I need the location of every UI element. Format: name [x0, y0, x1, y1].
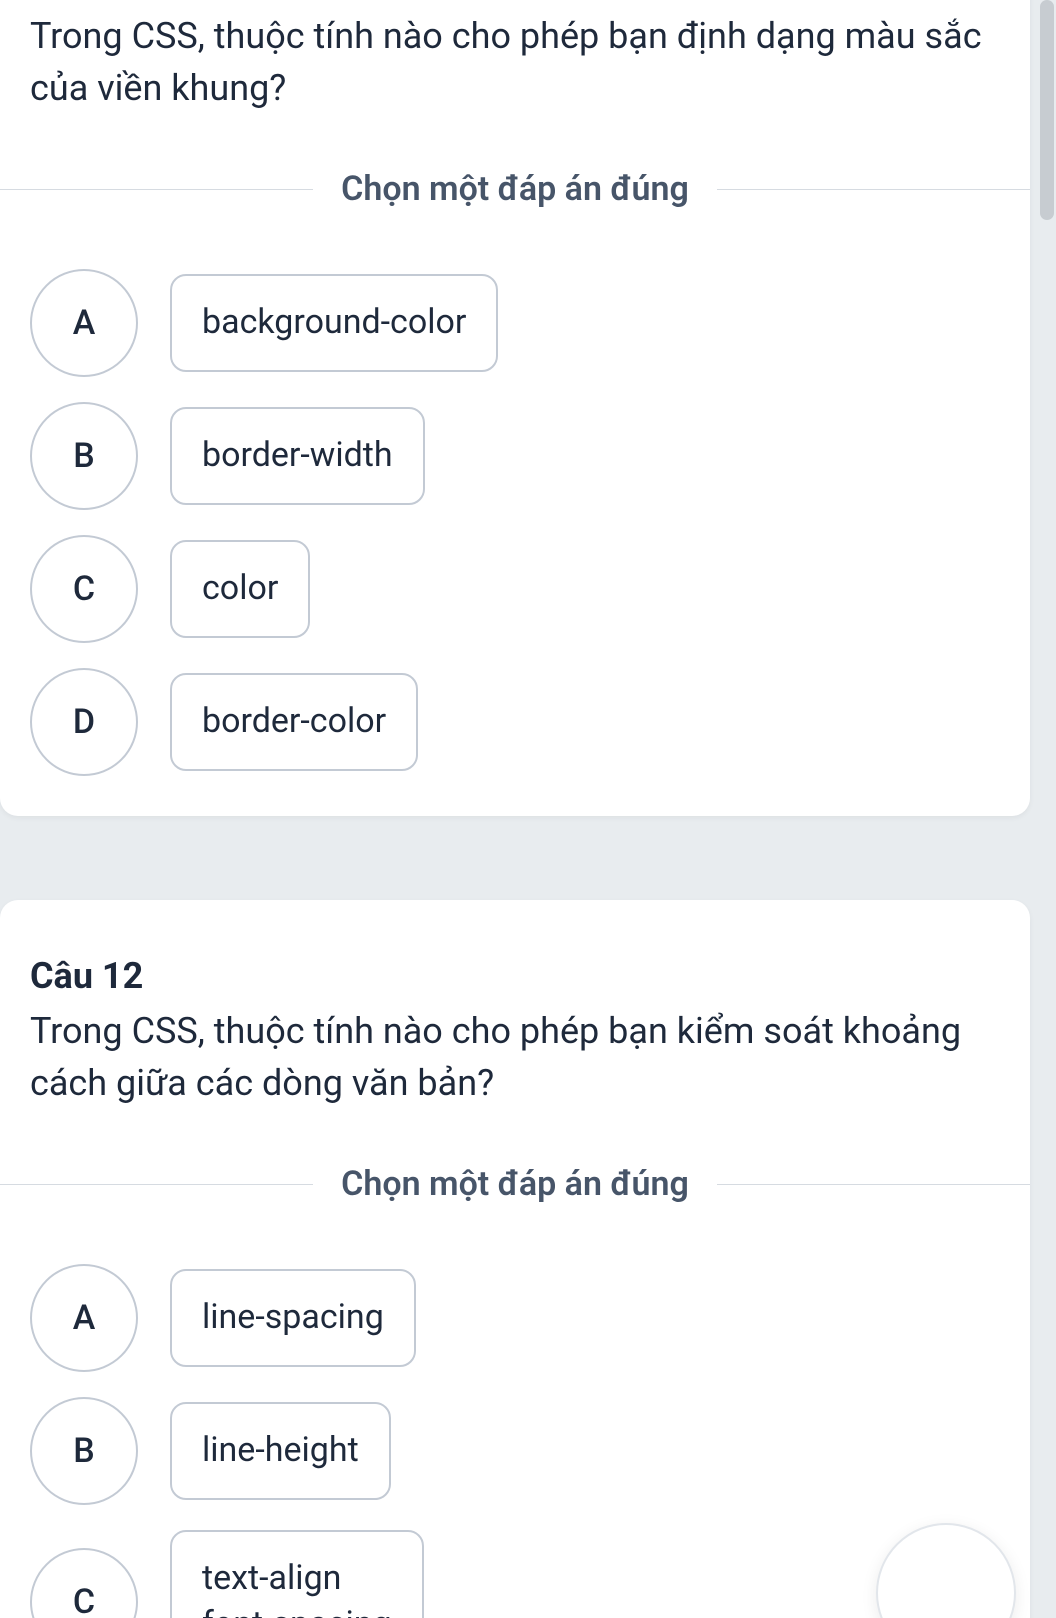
instruction-text: Chọn một đáp án đúng	[313, 169, 717, 209]
option-box-c[interactable]: color	[170, 540, 310, 638]
option-row-b: B border-width	[30, 402, 1000, 510]
options-list: A line-spacing B line-height C text-alig…	[0, 1264, 1030, 1618]
question-card-12: Câu 12 Trong CSS, thuộc tính nào cho phé…	[0, 900, 1030, 1618]
option-letter-b[interactable]: B	[30, 1397, 138, 1505]
instruction-divider: Chọn một đáp án đúng	[0, 169, 1030, 209]
question-text: Trong CSS, thuộc tính nào cho phép bạn k…	[30, 1005, 1000, 1109]
option-box-a[interactable]: line-spacing	[170, 1269, 416, 1367]
quiz-viewport: Câu 11 Trong CSS, thuộc tính nào cho phé…	[0, 0, 1056, 1618]
question-text: Trong CSS, thuộc tính nào cho phép bạn đ…	[30, 10, 1000, 114]
divider-line-left	[0, 1184, 313, 1185]
divider-line-right	[717, 189, 1030, 190]
option-box-c[interactable]: text-align font-spacing	[170, 1530, 424, 1618]
scrollbar-track[interactable]	[1036, 0, 1056, 1618]
option-letter-a[interactable]: A	[30, 269, 138, 377]
option-row-a: A line-spacing	[30, 1264, 1000, 1372]
option-row-a: A background-color	[30, 269, 1000, 377]
option-row-c: C color	[30, 535, 1000, 643]
divider-line-left	[0, 189, 313, 190]
option-letter-a[interactable]: A	[30, 1264, 138, 1372]
option-row-d: D border-color	[30, 668, 1000, 776]
question-card-11: Câu 11 Trong CSS, thuộc tính nào cho phé…	[0, 0, 1030, 816]
option-row-b: B line-height	[30, 1397, 1000, 1505]
question-number: Câu 11	[30, 0, 1000, 2]
option-letter-c[interactable]: C	[30, 1548, 138, 1618]
option-letter-d[interactable]: D	[30, 668, 138, 776]
question-number: Câu 12	[30, 955, 1000, 997]
option-box-b[interactable]: line-height	[170, 1402, 391, 1500]
option-box-b[interactable]: border-width	[170, 407, 425, 505]
scrollbar-thumb[interactable]	[1040, 0, 1054, 220]
option-box-a[interactable]: background-color	[170, 274, 498, 372]
instruction-text: Chọn một đáp án đúng	[313, 1164, 717, 1204]
divider-line-right	[717, 1184, 1030, 1185]
option-letter-c[interactable]: C	[30, 535, 138, 643]
option-row-c: C text-align font-spacing	[30, 1530, 1000, 1618]
option-box-d[interactable]: border-color	[170, 673, 418, 771]
options-list: A background-color B border-width C colo…	[0, 269, 1030, 776]
option-letter-b[interactable]: B	[30, 402, 138, 510]
instruction-divider: Chọn một đáp án đúng	[0, 1164, 1030, 1204]
